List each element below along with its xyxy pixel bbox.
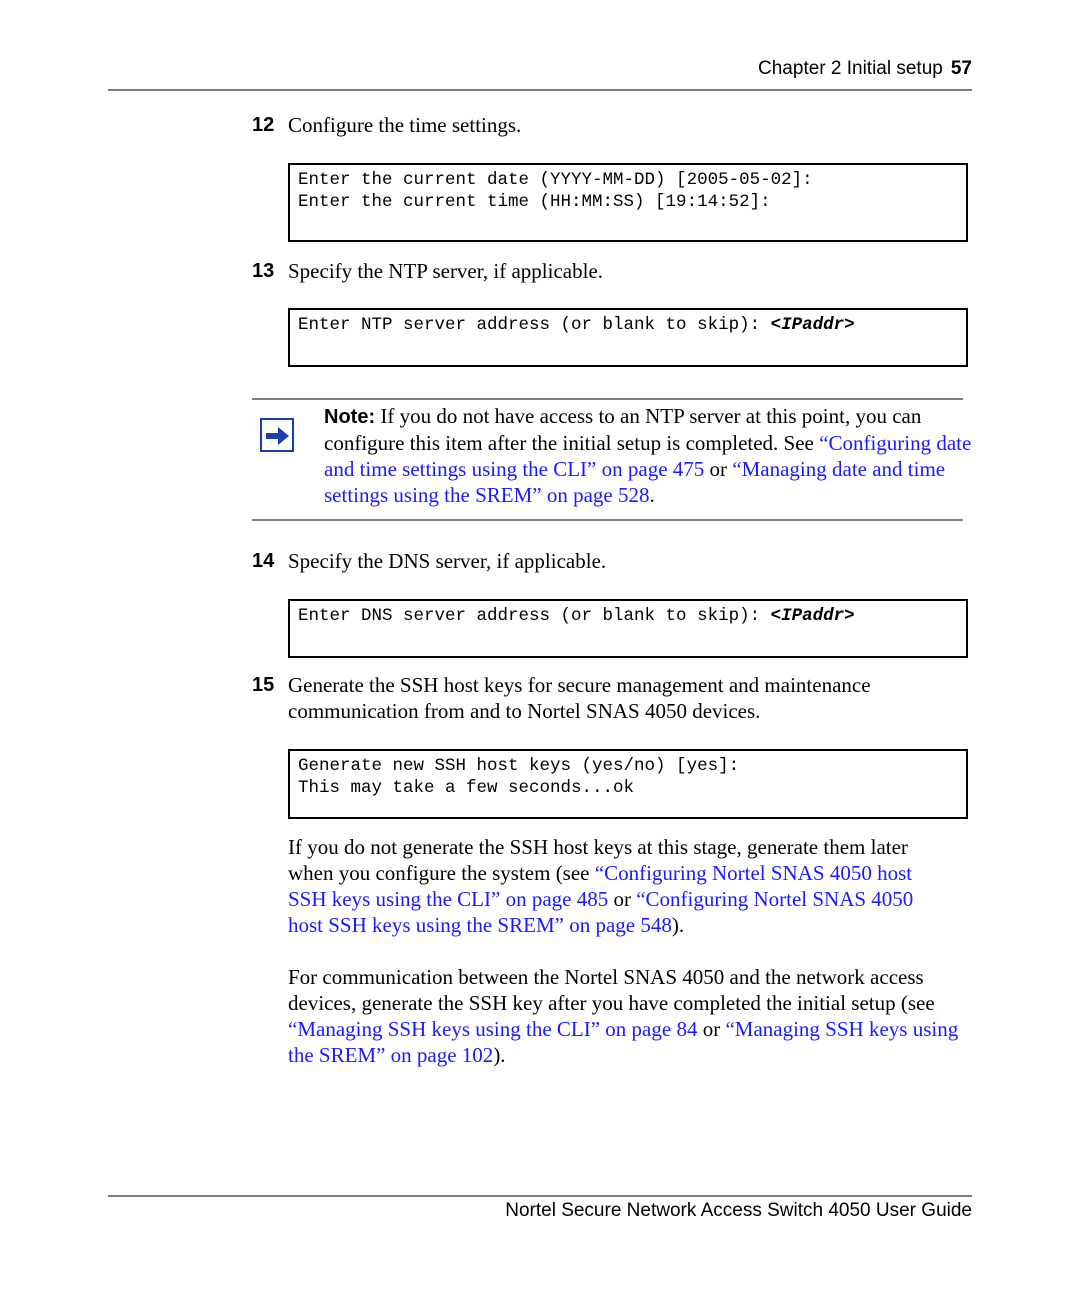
step-text: Generate the SSH host keys for secure ma…	[288, 672, 871, 724]
step-number: 14	[252, 550, 275, 572]
code-block-ntp: Enter NTP server address (or blank to sk…	[288, 308, 968, 367]
note-top-rule	[252, 398, 963, 400]
code-line: Enter the current date (YYYY-MM-DD) [200…	[298, 170, 813, 190]
note-bottom-rule	[252, 519, 963, 521]
paragraph-ssh-devices: For communication between the Nortel SNA…	[288, 964, 968, 1068]
step-text: Specify the DNS server, if applicable.	[288, 549, 607, 573]
xref-link[interactable]: “Managing SSH keys using the CLI” on pag…	[288, 1017, 697, 1041]
code-line: Enter the current time (HH:MM:SS) [19:14…	[298, 192, 771, 212]
step-text: Specify the NTP server, if applicable.	[288, 259, 604, 283]
page-header: Chapter 2 Initial setup 57	[108, 58, 972, 80]
step-text-line: communication from and to Nortel SNAS 40…	[288, 699, 761, 723]
code-prompt: Enter DNS server address (or blank to sk…	[298, 606, 771, 626]
para-text: or	[697, 1017, 726, 1041]
arrow-right-icon	[260, 418, 294, 452]
code-param: <IPaddr>	[770, 606, 855, 626]
step-number: 12	[252, 114, 275, 136]
code-param: <IPaddr>	[770, 315, 855, 335]
code-line: Generate new SSH host keys (yes/no) [yes…	[298, 756, 740, 776]
para-text: ).	[671, 913, 685, 937]
note: Note: If you do not have access to an NT…	[324, 403, 974, 508]
footer-rule	[108, 1195, 972, 1197]
step-text: Configure the time settings.	[288, 113, 522, 137]
code-prompt: Enter NTP server address (or blank to sk…	[298, 315, 771, 335]
page-number: 57	[950, 58, 972, 79]
step-number: 15	[252, 674, 275, 696]
note-text: .	[649, 483, 655, 507]
para-text: For communication between the Nortel SNA…	[288, 965, 935, 1015]
chapter-title: Chapter 2 Initial setup	[758, 58, 943, 79]
code-line: This may take a few seconds...ok	[298, 778, 635, 798]
code-block-dns: Enter DNS server address (or blank to sk…	[288, 599, 968, 658]
page-footer: Nortel Secure Network Access Switch 4050…	[505, 1200, 972, 1221]
para-text: ).	[493, 1043, 506, 1067]
header-rule	[108, 89, 972, 91]
code-block-time: Enter the current date (YYYY-MM-DD) [200…	[288, 163, 968, 242]
step-text-line: Generate the SSH host keys for secure ma…	[288, 673, 871, 697]
code-block-ssh: Generate new SSH host keys (yes/no) [yes…	[288, 749, 968, 819]
para-text: or	[608, 887, 637, 911]
step-number: 13	[252, 260, 275, 282]
note-text: or	[704, 457, 733, 481]
note-label: Note:	[324, 406, 376, 428]
paragraph-ssh-later: If you do not generate the SSH host keys…	[288, 834, 948, 938]
